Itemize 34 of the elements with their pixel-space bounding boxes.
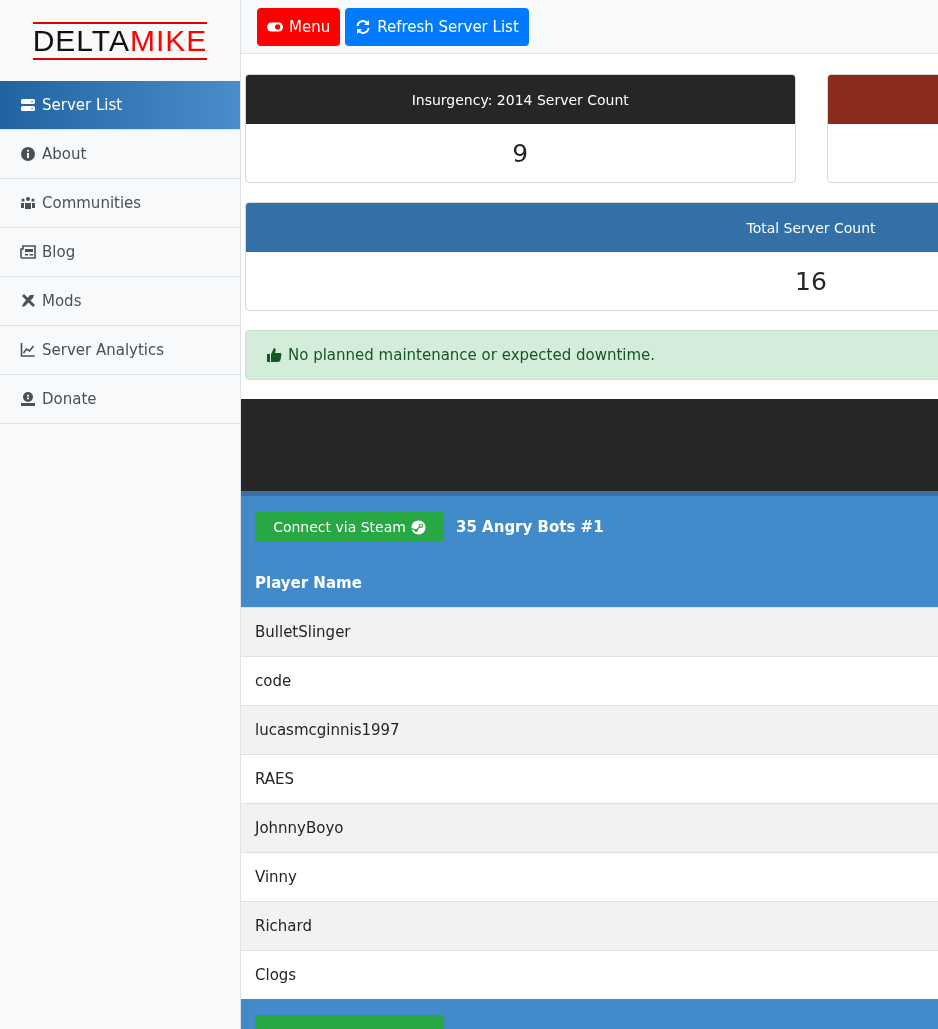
refresh-icon <box>355 18 372 35</box>
sidebar-item[interactable]: Server List <box>0 81 240 130</box>
menu-button[interactable]: Menu <box>257 7 341 46</box>
logo[interactable]: DELTAMIKE <box>32 21 208 60</box>
player-name: Vinny <box>255 868 297 886</box>
player-name: code <box>255 672 292 690</box>
player-name: JohnnyBoyo <box>255 819 344 837</box>
server-count: 16 <box>795 266 827 296</box>
card-title: Total Server Count <box>746 219 876 236</box>
coin-icon <box>20 391 36 407</box>
users-icon <box>20 195 36 211</box>
server-count: 9 <box>512 138 529 168</box>
thumbs-up-icon <box>266 347 282 363</box>
server-name: 35 Angry Bots #1 <box>456 518 604 536</box>
player-name: Clogs <box>255 966 297 984</box>
sidebar-item[interactable]: Mods <box>0 277 240 326</box>
player-name: lucasmcginnis1997 <box>255 721 400 739</box>
newspaper-icon <box>20 244 36 260</box>
sidebar-item[interactable]: Blog <box>0 228 240 277</box>
steam-icon <box>410 519 426 535</box>
refresh-button[interactable]: Refresh Server List <box>345 7 529 46</box>
alert-text: No planned maintenance or expected downtime. <box>288 346 656 364</box>
column-header: Player Name <box>241 558 938 607</box>
sidebar-item[interactable]: About <box>0 130 240 179</box>
player-name: Richard <box>255 917 312 935</box>
player-name: BulletSlinger <box>255 623 351 641</box>
sidebar-item[interactable]: Server Analytics <box>0 326 240 375</box>
card-title: Insurgency: 2014 Server Count <box>411 91 629 108</box>
sidebar-item[interactable]: Communities <box>0 179 240 228</box>
player-name: RAES <box>255 770 295 788</box>
sidebar-item[interactable]: Donate <box>0 375 240 424</box>
server-icon <box>20 97 36 113</box>
info-icon <box>20 146 36 162</box>
chart-icon <box>20 342 36 358</box>
